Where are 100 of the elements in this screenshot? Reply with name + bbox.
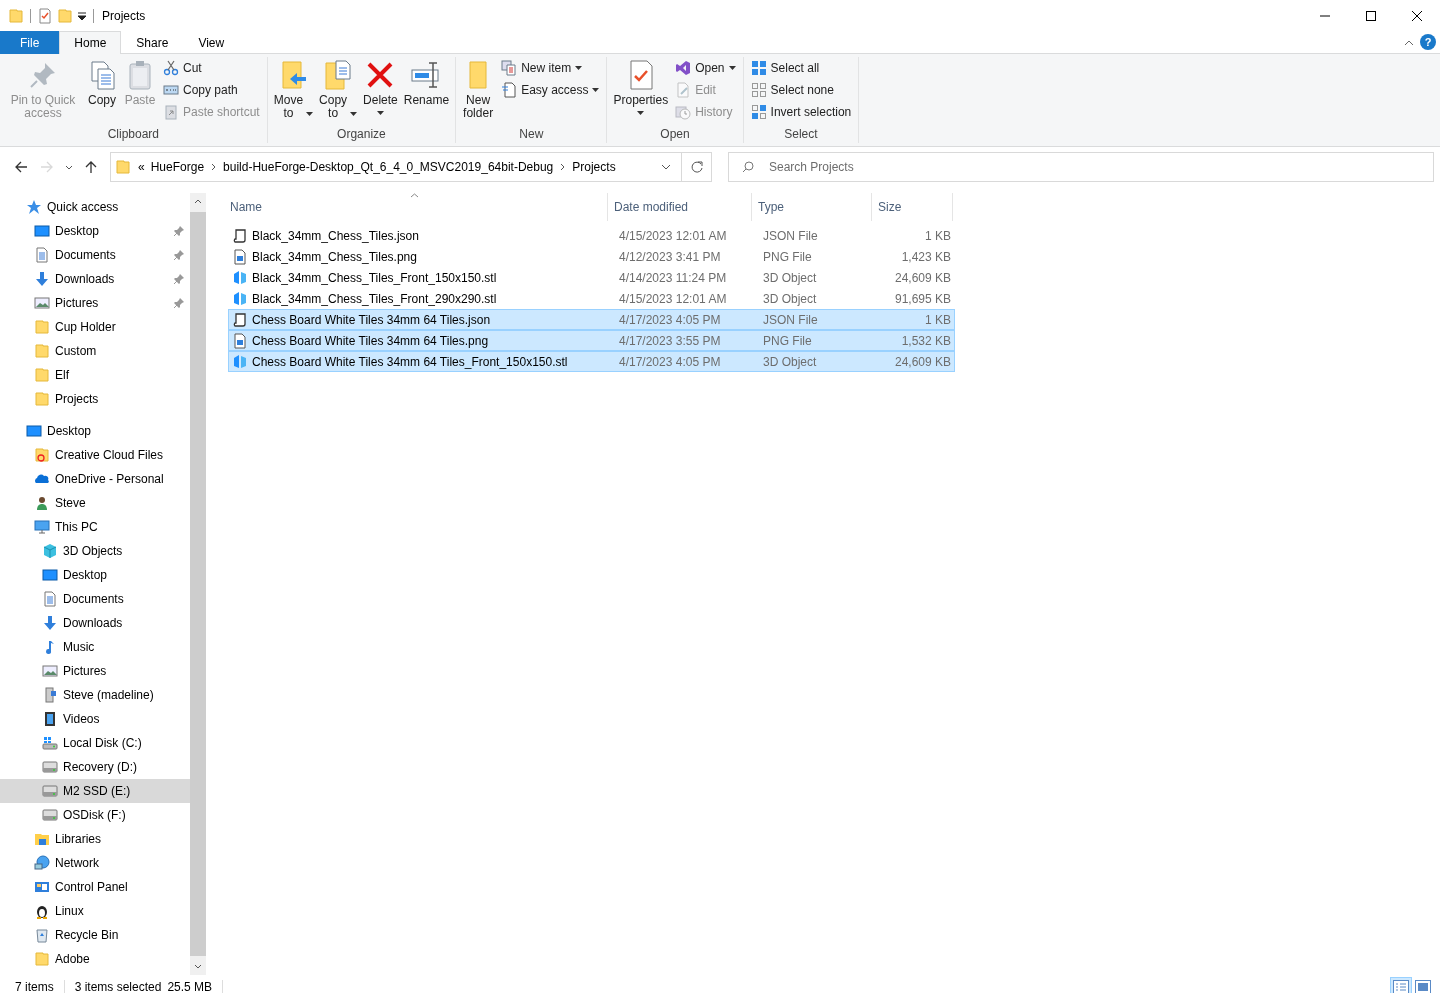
chevron-down-icon [194, 964, 202, 969]
monitor-icon [34, 223, 50, 239]
nav-item[interactable]: Recycle Bin [0, 923, 190, 947]
nav-item[interactable]: Desktop [0, 563, 190, 587]
file-row[interactable]: Chess Board White Tiles 34mm 64 Tiles.png 4/17/2023 3:55 PM PNG File 1,532 KB [228, 330, 955, 351]
file-row[interactable]: Chess Board White Tiles 34mm 64 Tiles.json 4/17/2023 4:05 PM JSON File 1 KB [228, 309, 955, 330]
ribbon-button[interactable]: Select none [747, 79, 855, 101]
ribbon-button[interactable]: Copy path [160, 79, 263, 101]
ribbon-button[interactable]: Easy access [498, 79, 603, 101]
picture-icon [34, 295, 50, 311]
ribbon-button[interactable]: Copy [84, 57, 120, 107]
ribbon-group-label: Select [783, 127, 819, 143]
file-row[interactable]: Black_34mm_Chess_Tiles.json 4/15/2023 12:01 AM JSON File 1 KB [228, 225, 955, 246]
folder-icon[interactable] [8, 7, 24, 24]
folder-icon [34, 391, 50, 407]
nav-item[interactable]: Network [0, 851, 190, 875]
ribbon-button[interactable]: Move to [271, 57, 316, 120]
nav-item[interactable]: Linux [0, 899, 190, 923]
view-toggle-button[interactable] [1390, 976, 1412, 993]
drive-icon [42, 687, 58, 703]
ribbon-tab[interactable]: Share [121, 31, 184, 54]
checklist-icon[interactable] [37, 7, 53, 24]
nav-item[interactable]: Projects [0, 387, 190, 411]
nav-item[interactable]: Downloads [0, 267, 190, 291]
nav-item[interactable]: Music [0, 635, 190, 659]
date-modified: 4/17/2023 4:05 PM [618, 353, 722, 371]
chevron-right-icon [211, 163, 217, 171]
nav-item[interactable]: OSDisk (F:) [0, 803, 190, 827]
file-size: 1 KB [924, 227, 951, 245]
nav-item[interactable]: Documents [0, 243, 190, 267]
nav-item[interactable]: Desktop [0, 419, 190, 443]
ribbon-button[interactable]: New item [498, 57, 603, 79]
monitor-icon [26, 423, 42, 439]
file-row[interactable]: Black_34mm_Chess_Tiles_Front_290x290.stl 4/15/2023 12:01 AM 3D Object 91,695 KB [228, 288, 955, 309]
ribbon-button[interactable]: Select all [747, 57, 855, 79]
nav-item[interactable]: Recovery (D:) [0, 755, 190, 779]
ribbon-tab[interactable]: Home [59, 31, 122, 54]
nav-item[interactable]: Desktop [0, 219, 190, 243]
nav-item[interactable]: Steve (madeline) [0, 683, 190, 707]
nav-item[interactable]: Custom [0, 339, 190, 363]
ribbon-button[interactable]: Properties [611, 57, 671, 115]
ribbon-button[interactable]: Rename [401, 57, 452, 107]
maximize-icon [1366, 10, 1376, 21]
column-header[interactable]: Name [224, 193, 608, 221]
film-icon [42, 711, 58, 727]
close-icon [1412, 10, 1422, 21]
breadcrumb[interactable]: Projects [569, 158, 619, 176]
nav-item[interactable]: Elf [0, 363, 190, 387]
chevron-down-icon [661, 164, 671, 170]
nav-item[interactable]: 3D Objects [0, 539, 190, 563]
search-field[interactable]: Search Projects [728, 152, 1434, 182]
date-modified: 4/15/2023 12:01 AM [618, 290, 728, 308]
ribbon-button[interactable]: Open [672, 57, 739, 79]
nav-item[interactable]: OneDrive - Personal [0, 467, 190, 491]
back-arrow-icon [14, 160, 28, 174]
help-button[interactable]: ? [1420, 34, 1436, 50]
column-header[interactable]: Date modified [608, 193, 752, 221]
nav-item[interactable]: This PC [0, 515, 190, 539]
nav-item[interactable]: Steve [0, 491, 190, 515]
file-size: 1 KB [924, 311, 951, 329]
ribbon-button[interactable]: New folder [460, 57, 497, 120]
nav-item[interactable]: Pictures [0, 659, 190, 683]
file-row[interactable]: Chess Board White Tiles 34mm 64 Tiles_Front_150x150.stl 4/17/2023 4:05 PM 3D Object 24,609 KB [228, 351, 955, 372]
column-header[interactable]: Type [752, 193, 872, 221]
file-name: Black_34mm_Chess_Tiles.json [252, 227, 419, 245]
grid-icon [750, 60, 767, 76]
nav-item[interactable]: Pictures [0, 291, 190, 315]
nav-item[interactable]: Control Panel [0, 875, 190, 899]
nav-item[interactable]: Libraries [0, 827, 190, 851]
nav-item[interactable]: Documents [0, 587, 190, 611]
nav-item[interactable]: Videos [0, 707, 190, 731]
folder-icon[interactable] [57, 7, 73, 24]
ribbon-button[interactable]: Delete [361, 57, 400, 115]
ribbon-button[interactable]: Copy to [317, 57, 360, 120]
scrollbar[interactable] [190, 193, 206, 975]
nav-item[interactable]: Quick access [0, 195, 190, 219]
file-row[interactable]: Black_34mm_Chess_Tiles.png 4/12/2023 3:41 PM PNG File 1,423 KB [228, 246, 955, 267]
chevron-right-icon [560, 163, 566, 171]
folder-icon [34, 831, 50, 847]
breadcrumb[interactable]: build-HueForge-Desktop_Qt_6_4_0_MSVC2019_64bit-Debug [220, 158, 557, 176]
file-row[interactable]: Black_34mm_Chess_Tiles_Front_150x150.stl 4/14/2023 11:24 PM 3D Object 24,609 KB [228, 267, 955, 288]
breadcrumb[interactable]: HueForge [147, 158, 208, 176]
nav-item[interactable]: Adobe [0, 947, 190, 971]
ribbon-button[interactable]: Cut [160, 57, 263, 79]
ribbon-tab[interactable]: File [0, 31, 60, 54]
document-icon [42, 591, 58, 607]
overflow-chevron[interactable]: « [135, 158, 148, 176]
person-icon [34, 495, 50, 511]
nav-item[interactable]: M2 SSD (E:) [0, 779, 190, 803]
address-bar[interactable]: « HueForge build-HueForge-Desktop_Qt_6_4_0_MSVC2019_64bit-Debug Projects [110, 152, 712, 182]
file-type: PNG File [762, 248, 813, 266]
ribbon-button[interactable]: Invert selection [747, 101, 855, 123]
file-type: PNG File [762, 332, 813, 350]
column-header[interactable]: Size [872, 193, 953, 221]
nav-item[interactable]: Creative Cloud Files [0, 443, 190, 467]
file-size: 1,532 KB [900, 332, 951, 350]
ribbon-tab[interactable]: View [183, 31, 240, 54]
nav-item[interactable]: Cup Holder [0, 315, 190, 339]
nav-item[interactable]: Downloads [0, 611, 190, 635]
nav-item[interactable]: Local Disk (C:) [0, 731, 190, 755]
